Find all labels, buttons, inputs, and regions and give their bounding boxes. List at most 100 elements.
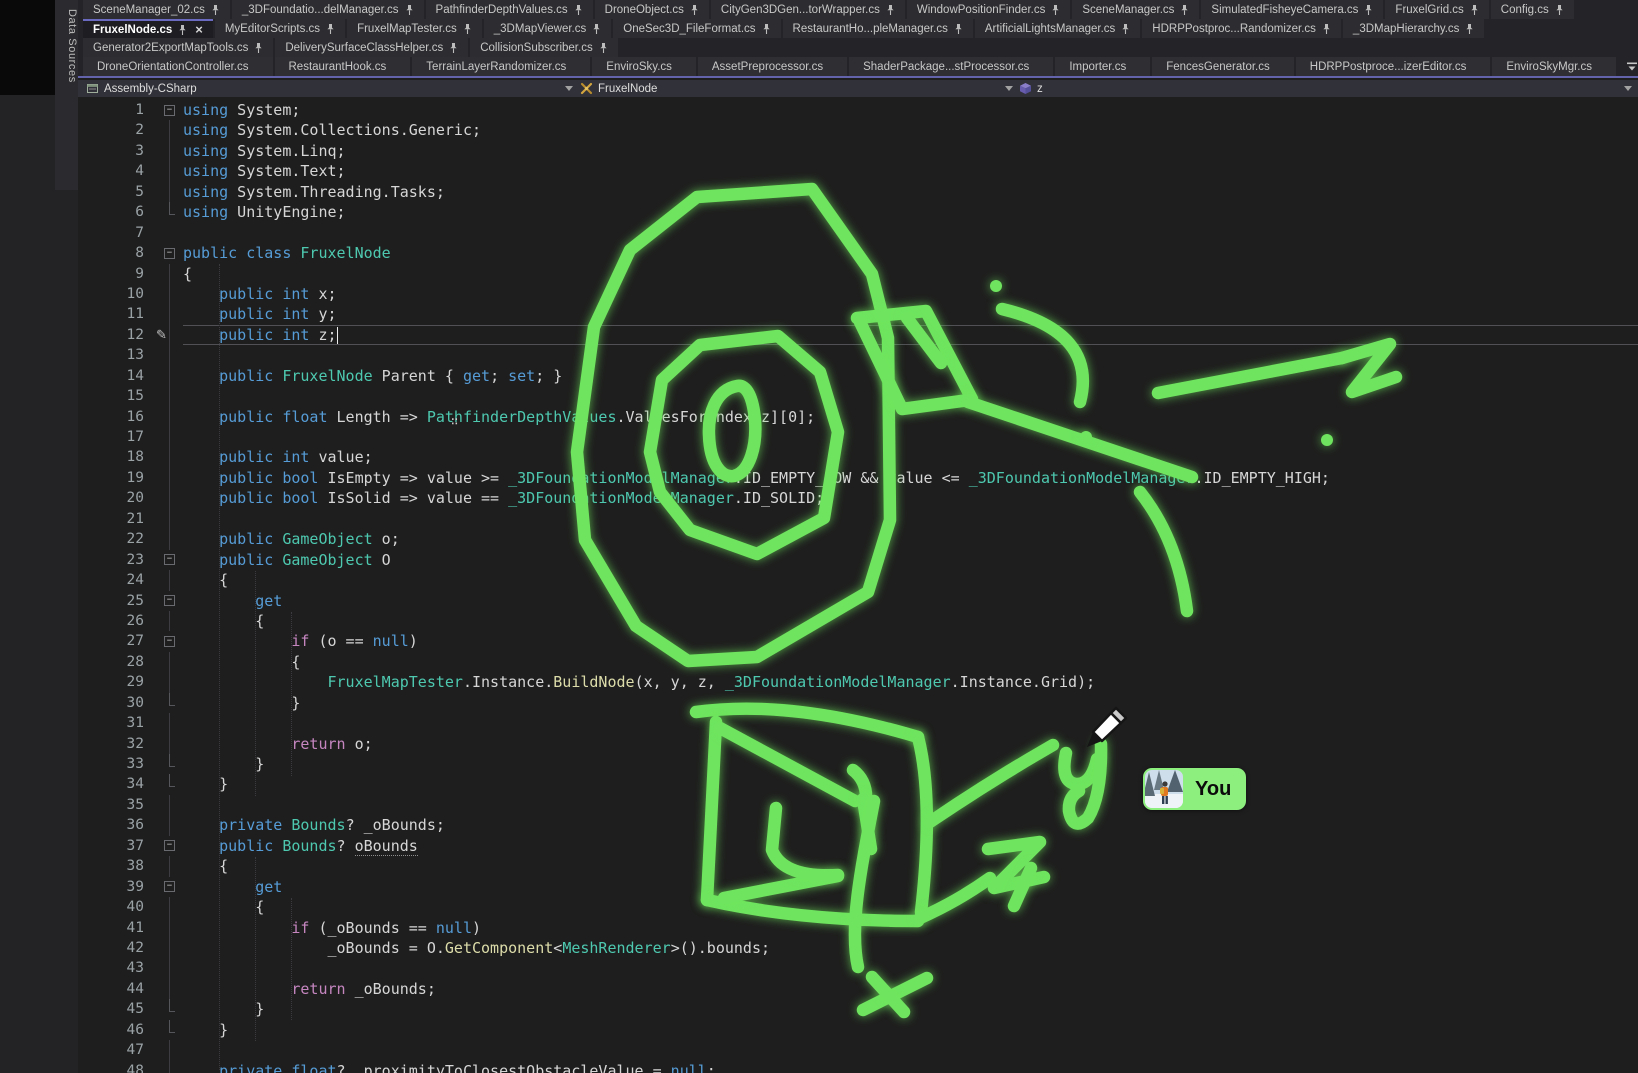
tab-fruxelmaptester-cs[interactable]: FruxelMapTester.cs <box>347 19 482 38</box>
tab-droneorientationcontroller-cs[interactable]: DroneOrientationController.cs <box>83 57 273 76</box>
code-line-22[interactable]: 22 public GameObject o; <box>78 529 1638 549</box>
code-line-18[interactable]: 18 public int value; <box>78 447 1638 467</box>
code-line-48[interactable]: 48 private float? _proximityToClosestObs… <box>78 1061 1638 1073</box>
code-line-30[interactable]: 30 } <box>78 693 1638 713</box>
tab-envirosky-cs[interactable]: EnviroSky.cs <box>592 57 696 76</box>
pin-icon[interactable] <box>405 4 414 16</box>
sidebar-tab-data-sources[interactable]: Data Sources <box>55 0 78 190</box>
code-line-38[interactable]: 38 { <box>78 856 1638 876</box>
code-line-13[interactable]: 13 <box>78 345 1638 365</box>
code-line-36[interactable]: 36 private Bounds? _oBounds; <box>78 815 1638 835</box>
navbar-overflow-arrow[interactable] <box>1624 80 1632 97</box>
fold-collapse-box[interactable] <box>160 243 183 263</box>
code-line-43[interactable]: 43 <box>78 958 1638 978</box>
tab-collisionsubscriber-cs[interactable]: CollisionSubscriber.cs <box>470 38 618 57</box>
code-line-9[interactable]: 9{ <box>78 264 1638 284</box>
pin-icon[interactable] <box>1465 23 1474 35</box>
code-line-15[interactable]: 15 <box>78 386 1638 406</box>
tab-assetpreprocessor-cs[interactable]: AssetPreprocessor.cs <box>698 57 847 76</box>
code-line-24[interactable]: 24 { <box>78 570 1638 590</box>
tab-scenemanager-cs[interactable]: SceneManager.cs <box>1072 0 1199 19</box>
tab-importer-cs[interactable]: Importer.cs <box>1055 57 1150 76</box>
code-line-1[interactable]: 1using System; <box>78 100 1638 120</box>
code-line-17[interactable]: 17 <box>78 427 1638 447</box>
pin-icon[interactable] <box>592 23 601 35</box>
code-line-33[interactable]: 33 } <box>78 754 1638 774</box>
tab-restaurantho-plemanager-cs[interactable]: RestaurantHo...pleManager.cs <box>783 19 973 38</box>
code-line-2[interactable]: 2using System.Collections.Generic; <box>78 120 1638 140</box>
code-line-4[interactable]: 4using System.Text; <box>78 161 1638 181</box>
tab-terrainlayerrandomizer-cs[interactable]: TerrainLayerRandomizer.cs <box>412 57 590 76</box>
fold-collapse-box[interactable] <box>160 631 183 651</box>
pin-icon[interactable] <box>1322 23 1331 35</box>
code-line-27[interactable]: 27 if (o == null) <box>78 631 1638 651</box>
tab-overflow-button[interactable] <box>1618 57 1638 76</box>
tab-fencesgenerator-cs[interactable]: FencesGenerator.cs <box>1152 57 1294 76</box>
tab-deliverysurfaceclasshelper-cs[interactable]: DeliverySurfaceClassHelper.cs <box>275 38 468 57</box>
code-line-32[interactable]: 32 return o; <box>78 734 1638 754</box>
pin-icon[interactable] <box>449 42 458 54</box>
pin-icon[interactable] <box>954 23 963 35</box>
code-line-14[interactable]: 14 public FruxelNode Parent { get; set; … <box>78 366 1638 386</box>
tab-droneobject-cs[interactable]: DroneObject.cs <box>595 0 709 19</box>
member-dropdown[interactable]: z <box>1019 80 1043 97</box>
pin-icon[interactable] <box>1364 4 1373 16</box>
code-line-6[interactable]: 6using UnityEngine; <box>78 202 1638 222</box>
code-line-25[interactable]: 25 get <box>78 591 1638 611</box>
fold-collapse-box[interactable] <box>160 836 183 856</box>
pin-icon[interactable] <box>254 42 263 54</box>
code-line-31[interactable]: 31 <box>78 713 1638 733</box>
pin-icon[interactable] <box>1121 23 1130 35</box>
code-line-7[interactable]: 7 <box>78 223 1638 243</box>
project-dropdown-arrow[interactable] <box>565 80 573 97</box>
tab-myeditorscripts-cs[interactable]: MyEditorScripts.cs <box>215 19 345 38</box>
pin-icon[interactable] <box>211 4 220 16</box>
tab-hdrppostproce-izereditor-cs[interactable]: HDRPPostproce...izerEditor.cs <box>1296 57 1491 76</box>
pin-icon[interactable] <box>762 23 771 35</box>
tab-enviroskymgr-cs[interactable]: EnviroSkyMgr.cs <box>1492 57 1616 76</box>
tab--3dmapviewer-cs[interactable]: _3DMapViewer.cs <box>484 19 611 38</box>
close-icon[interactable]: × <box>195 25 203 35</box>
code-line-20[interactable]: 20 public bool IsSolid => value == _3DFo… <box>78 488 1638 508</box>
tab--3dmaphierarchy-cs[interactable]: _3DMapHierarchy.cs <box>1343 19 1485 38</box>
pin-icon[interactable] <box>178 24 187 36</box>
code-line-19[interactable]: 19 public bool IsEmpty => value >= _3DFo… <box>78 468 1638 488</box>
code-line-28[interactable]: 28 { <box>78 652 1638 672</box>
code-line-23[interactable]: 23 public GameObject O <box>78 550 1638 570</box>
tab-onesec3d-fileformat-cs[interactable]: OneSec3D_FileFormat.cs <box>613 19 780 38</box>
tab-fruxelgrid-cs[interactable]: FruxelGrid.cs <box>1385 0 1488 19</box>
tab-pathfinderdepthvalues-cs[interactable]: PathfinderDepthValues.cs <box>426 0 593 19</box>
pin-icon[interactable] <box>886 4 895 16</box>
tab-scenemanager-02-cs[interactable]: SceneManager_02.cs <box>83 0 230 19</box>
code-editor[interactable]: 1using System;2using System.Collections.… <box>78 97 1638 1073</box>
code-line-8[interactable]: 8public class FruxelNode <box>78 243 1638 263</box>
fold-collapse-box[interactable] <box>160 591 183 611</box>
tab--3dfoundatio-delmanager-cs[interactable]: _3DFoundatio...delManager.cs <box>232 0 424 19</box>
code-line-37[interactable]: 37 public Bounds? oBounds <box>78 836 1638 856</box>
pin-icon[interactable] <box>1555 4 1564 16</box>
code-line-40[interactable]: 40 { <box>78 897 1638 917</box>
code-line-41[interactable]: 41 if (_oBounds == null) <box>78 918 1638 938</box>
code-line-34[interactable]: 34 } <box>78 774 1638 794</box>
code-line-45[interactable]: 45 } <box>78 999 1638 1019</box>
fold-collapse-box[interactable] <box>160 100 183 120</box>
pin-icon[interactable] <box>574 4 583 16</box>
code-line-39[interactable]: 39 get <box>78 877 1638 897</box>
pin-icon[interactable] <box>463 23 472 35</box>
code-line-35[interactable]: 35 <box>78 795 1638 815</box>
code-line-10[interactable]: 10 public int x; <box>78 284 1638 304</box>
pin-icon[interactable] <box>1470 4 1479 16</box>
tab-artificiallightsmanager-cs[interactable]: ArtificialLightsManager.cs <box>975 19 1140 38</box>
code-line-42[interactable]: 42 _oBounds = O.GetComponent<MeshRendere… <box>78 938 1638 958</box>
code-line-44[interactable]: 44 return _oBounds; <box>78 979 1638 999</box>
tab-windowpositionfinder-cs[interactable]: WindowPositionFinder.cs <box>907 0 1070 19</box>
code-line-29[interactable]: 29 FruxelMapTester.Instance.BuildNode(x,… <box>78 672 1638 692</box>
pin-icon[interactable] <box>1180 4 1189 16</box>
code-line-46[interactable]: 46 } <box>78 1020 1638 1040</box>
code-line-16[interactable]: 16 public float Length => PathfinderDept… <box>78 407 1638 427</box>
code-line-26[interactable]: 26 { <box>78 611 1638 631</box>
fold-collapse-box[interactable] <box>160 550 183 570</box>
tab-config-cs[interactable]: Config.cs <box>1491 0 1574 19</box>
code-line-21[interactable]: 21 <box>78 509 1638 529</box>
fold-collapse-box[interactable] <box>160 877 183 897</box>
